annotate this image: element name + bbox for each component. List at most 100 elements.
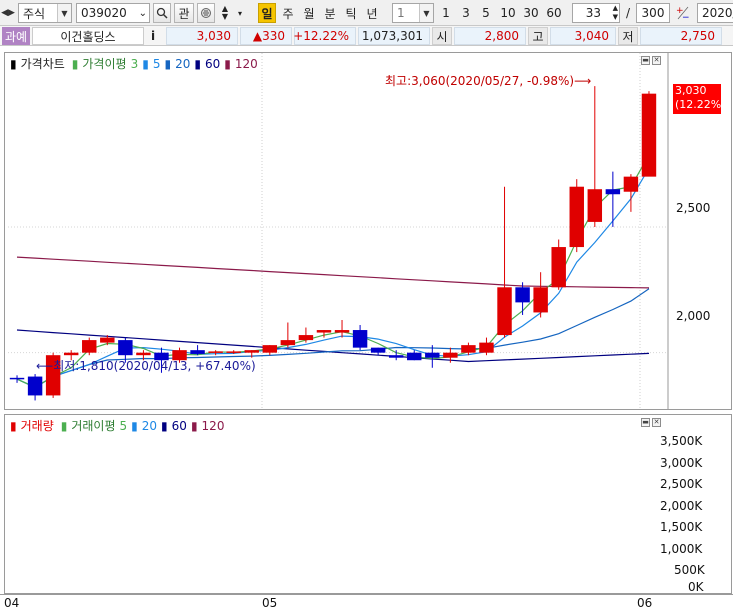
- low-label: 저: [618, 27, 638, 45]
- legend-marker-icon: ▮: [60, 418, 68, 433]
- toolbar-grip: ◀▶: [1, 8, 15, 18]
- high-label: 고: [528, 27, 548, 45]
- price-ma-3[interactable]: 3: [131, 57, 139, 71]
- interval-preset-60[interactable]: 60: [544, 3, 564, 23]
- interval-select[interactable]: 1 ▼: [392, 3, 434, 23]
- volume-tick-2500k: 2,500K: [660, 477, 703, 491]
- interval-preset-30[interactable]: 30: [521, 3, 541, 23]
- price-tick-2000: 2,000: [676, 309, 711, 323]
- low-annotation: ⟵최저:1,810(2020/04/13, +67.40%): [36, 359, 256, 373]
- x-tick-06: 06: [637, 596, 653, 610]
- trading-volume: 1,073,301: [358, 27, 430, 45]
- volume-legend: ▮ 거래량 ▮ 거래이평 5 ▮ 20 ▮ 60 ▮ 120: [10, 417, 224, 434]
- volume-chart-title: 거래량: [20, 419, 54, 433]
- high-annotation: 최고:3,060(2020/05/27, -0.98%)⟶: [385, 74, 592, 88]
- more-dropdown[interactable]: ▾: [234, 3, 246, 23]
- volume-ma-20[interactable]: 20: [142, 419, 157, 433]
- x-axis: [0, 594, 733, 610]
- legend-marker-icon: ▮: [164, 56, 172, 71]
- search-icon: [156, 7, 168, 19]
- code-dropdown-icon[interactable]: ⌄: [139, 8, 147, 19]
- count-value: 33: [585, 6, 601, 20]
- count-spinner[interactable]: ▲ ▼: [613, 4, 618, 22]
- open-label: 시: [432, 27, 452, 45]
- minimize-icon[interactable]: ▬: [641, 418, 650, 427]
- current-price-tag-pct: (12.22%): [675, 98, 726, 111]
- date-input[interactable]: 2020/: [697, 3, 733, 23]
- legend-marker-icon: ▮: [190, 418, 198, 433]
- price-ma-120[interactable]: 120: [235, 57, 258, 71]
- tab-month[interactable]: 월: [300, 3, 318, 23]
- price-pane-controls: ▬ ✕: [641, 56, 661, 65]
- volume-ma-title: 거래이평: [71, 419, 116, 433]
- tab-minute[interactable]: 분: [321, 3, 339, 23]
- price-ma-20[interactable]: 20: [175, 57, 190, 71]
- legend-marker-icon: ▮: [142, 56, 149, 71]
- volume-ma-60[interactable]: 60: [172, 419, 187, 433]
- volume-tick-0k: 0K: [688, 580, 704, 594]
- volume-ma-120[interactable]: 120: [202, 419, 225, 433]
- price-ma-60[interactable]: 60: [205, 57, 220, 71]
- link-button[interactable]: [197, 3, 215, 23]
- volume-ma-5[interactable]: 5: [120, 419, 128, 433]
- current-price: 3,030: [166, 27, 238, 45]
- low-price: 2,750: [640, 27, 722, 45]
- chevron-down-icon[interactable]: ▼: [419, 4, 433, 22]
- minimize-icon[interactable]: ▬: [641, 56, 650, 65]
- main-toolbar: ◀▶ 주식 ▼ 039020 ⌄ 관 ▲ ▼ ▾ 일 주 월 분 틱 년 1 ▼ …: [0, 0, 733, 26]
- legend-marker-icon: ▮: [224, 56, 231, 71]
- legend-marker-icon: ▮: [131, 418, 138, 433]
- svg-text:−: −: [682, 13, 690, 21]
- arrow-down-icon[interactable]: ▼: [222, 13, 228, 21]
- stock-name: 이건홀딩스: [32, 27, 144, 45]
- volume-tick-3000k: 3,000K: [660, 456, 703, 470]
- chevron-down-icon[interactable]: ▼: [57, 4, 71, 22]
- stock-code-input[interactable]: 039020 ⌄: [76, 3, 150, 23]
- count-slash: /: [625, 6, 631, 20]
- open-price: 2,800: [454, 27, 526, 45]
- spin-arrows[interactable]: ▲ ▼: [218, 3, 232, 23]
- interval-preset-1[interactable]: 1: [438, 3, 454, 23]
- tab-year[interactable]: 년: [363, 3, 381, 23]
- legend-marker-icon: ▮: [10, 56, 17, 71]
- interval-preset-5[interactable]: 5: [478, 3, 494, 23]
- search-button[interactable]: [153, 3, 171, 23]
- legend-marker-icon: ▮: [10, 418, 17, 433]
- interval-preset-3[interactable]: 3: [458, 3, 474, 23]
- current-price-tag: 3,030 (12.22%): [673, 84, 726, 114]
- arrow-up-icon[interactable]: ▲: [613, 4, 618, 13]
- legend-marker-icon: ▮: [194, 56, 201, 71]
- plus-minus-icon: +−: [676, 6, 690, 21]
- count-input[interactable]: 33 ▲ ▼: [572, 3, 620, 23]
- settings-toggle[interactable]: + −: [673, 3, 693, 23]
- link-icon: [201, 8, 211, 18]
- market-type-value: 주식: [23, 6, 46, 21]
- volume-tick-500k: 500K: [674, 563, 705, 577]
- interval-preset-10[interactable]: 10: [498, 3, 518, 23]
- price-tick-2500: 2,500: [676, 201, 711, 215]
- total-input[interactable]: 300: [636, 3, 670, 23]
- status-badge: 과예: [2, 27, 30, 45]
- interval-value: 1: [397, 6, 405, 20]
- arrow-down-icon[interactable]: ▼: [613, 13, 618, 22]
- market-type-select[interactable]: 주식 ▼: [18, 3, 72, 23]
- volume-chart-pane[interactable]: [4, 414, 732, 594]
- info-button[interactable]: i: [146, 27, 160, 45]
- tab-tick[interactable]: 틱: [342, 3, 360, 23]
- x-tick-05: 05: [262, 596, 278, 610]
- quote-bar: 과예 이건홀딩스 i 3,030 ▲330 +12.22% 1,073,301 …: [0, 26, 733, 46]
- volume-tick-1000k: 1,000K: [660, 542, 703, 556]
- tab-day[interactable]: 일: [258, 3, 276, 23]
- price-ma-5[interactable]: 5: [153, 57, 161, 71]
- chart-window: ◀▶ 주식 ▼ 039020 ⌄ 관 ▲ ▼ ▾ 일 주 월 분 틱 년 1 ▼ …: [0, 0, 733, 610]
- stock-code-value: 039020: [81, 6, 127, 20]
- volume-tick-2000k: 2,000K: [660, 499, 703, 513]
- close-icon[interactable]: ✕: [652, 56, 661, 65]
- watchlist-button[interactable]: 관: [174, 3, 194, 23]
- price-chart-title: 가격차트: [20, 57, 65, 71]
- close-icon[interactable]: ✕: [652, 418, 661, 427]
- price-change: ▲330: [240, 27, 292, 45]
- volume-tick-3500k: 3,500K: [660, 434, 703, 448]
- volume-pane-controls: ▬ ✕: [641, 418, 661, 427]
- tab-week[interactable]: 주: [279, 3, 297, 23]
